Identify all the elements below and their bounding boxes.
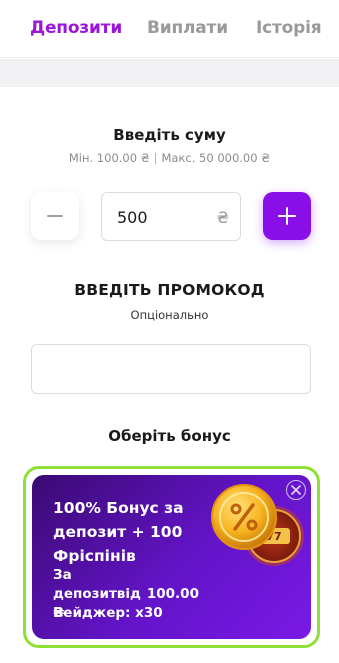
bonus-card[interactable]: 77 100% Бонус за депозит + 100 Фріспінів… <box>23 466 320 648</box>
tab-bar: Депозити Виплати Історія <box>0 0 339 58</box>
bonus-wager: Вейджер: x30 <box>53 605 163 621</box>
minus-icon <box>47 215 63 217</box>
increase-amount-button[interactable] <box>263 192 311 240</box>
bonus-title: Оберіть бонус <box>108 427 231 445</box>
bonus-offer-title: 100% Бонус за депозит + 100 Фріспінів <box>53 499 184 565</box>
limit-separator: | <box>153 151 158 165</box>
amount-input[interactable]: 500 ₴ <box>101 192 241 241</box>
close-icon[interactable] <box>286 480 306 500</box>
amount-value: 500 <box>117 208 148 227</box>
bonus-card-body: 77 100% Бонус за депозит + 100 Фріспінів… <box>32 475 311 639</box>
decrease-amount-button[interactable] <box>31 192 79 240</box>
section-divider <box>0 59 339 87</box>
amount-limits: Мін. 100.00 ₴ | Макс. 50 000.00 ₴ <box>0 151 339 165</box>
bonus-deposit-label: За депозитвід <box>53 567 141 602</box>
amount-title: Введіть суму <box>113 126 226 144</box>
tab-withdrawals[interactable]: Виплати <box>147 18 228 38</box>
tab-history[interactable]: Історія <box>256 18 322 38</box>
promo-title: ВВЕДІТЬ ПРОМОКОД <box>74 281 265 299</box>
plus-icon <box>278 207 296 225</box>
promo-optional-label: Опціонально <box>130 308 209 322</box>
bonus-deposit-amount: 100.00 <box>146 586 199 602</box>
min-limit: Мін. 100.00 ₴ <box>68 151 150 165</box>
tab-deposits[interactable]: Депозити <box>30 18 122 38</box>
promo-code-input[interactable] <box>31 344 311 394</box>
currency-symbol: ₴ <box>216 208 229 227</box>
close-glyph <box>291 485 301 495</box>
max-limit: Макс. 50 000.00 ₴ <box>161 151 271 165</box>
